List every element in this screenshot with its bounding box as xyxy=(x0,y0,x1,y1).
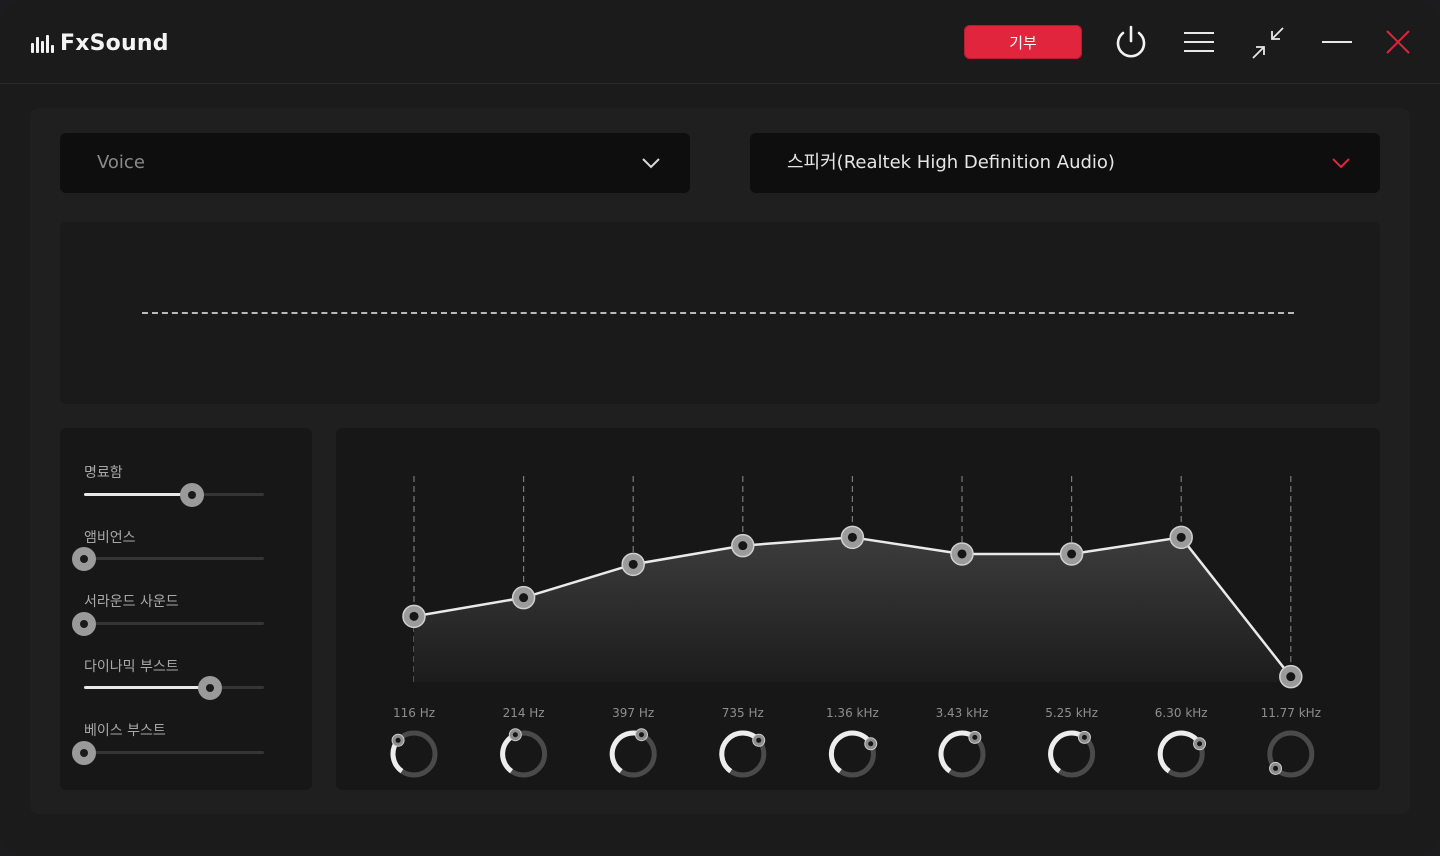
effect-clarity: 명료함 xyxy=(84,462,264,512)
chevron-down-icon xyxy=(640,153,662,173)
eq-band-knob[interactable] xyxy=(390,730,438,778)
chevron-down-icon xyxy=(1330,153,1352,173)
eq-band-handle[interactable] xyxy=(402,604,426,629)
eq-band-frequency-label: 3.43 kHz xyxy=(935,706,989,720)
effect-label: 명료함 xyxy=(84,465,123,481)
slider-fill xyxy=(84,493,192,496)
effect-surround-sound: 서라운드 사운드 xyxy=(72,591,264,641)
eq-band-knob[interactable] xyxy=(1157,730,1207,778)
equalizer-panel: 116 Hz 214 Hz 397 Hz 735 Hz 1.36 kHz 3.43 kHz… xyxy=(336,428,1380,790)
effect-slider[interactable] xyxy=(84,483,264,507)
eq-band-knob[interactable] xyxy=(1048,730,1096,778)
eq-band-frequency-label: 116 Hz xyxy=(392,706,436,720)
eq-band-knob[interactable] xyxy=(500,728,548,778)
eq-band-handle[interactable] xyxy=(1059,542,1084,566)
eq-curve-area xyxy=(414,537,1291,682)
eq-band-knob[interactable] xyxy=(828,730,878,778)
eq-band-knob[interactable] xyxy=(609,728,657,778)
effect-slider[interactable] xyxy=(72,741,264,765)
effect-slider[interactable] xyxy=(72,547,264,571)
minimize-view-icon[interactable] xyxy=(1251,26,1285,60)
effect-label: 베이스 부스트 xyxy=(84,723,166,739)
slider-handle[interactable] xyxy=(198,676,222,700)
minimize-icon[interactable] xyxy=(1320,32,1354,52)
visualizer-baseline xyxy=(142,312,1294,314)
eq-band-handle[interactable] xyxy=(950,542,974,566)
preset-dropdown[interactable]: Voice xyxy=(60,133,690,193)
preset-selected: Voice xyxy=(97,152,145,173)
eq-band-handle[interactable] xyxy=(511,585,536,610)
eq-band-frequency-label: 1.36 kHz xyxy=(825,706,879,720)
eq-band-frequency-label: 6.30 kHz xyxy=(1154,706,1208,720)
effect-slider[interactable] xyxy=(72,612,264,636)
slider-handle[interactable] xyxy=(72,612,96,636)
hamburger-menu-icon[interactable] xyxy=(1182,30,1216,56)
title-bar: FxSound 기부 xyxy=(0,0,1440,84)
logo-bars-icon xyxy=(31,34,54,53)
eq-band-frequency-label: 5.25 kHz xyxy=(1045,706,1098,720)
close-icon[interactable] xyxy=(1384,28,1412,56)
effect-dynamic-boost: 다이나믹 부스트 xyxy=(84,656,264,706)
slider-handle[interactable] xyxy=(72,741,96,765)
effects-panel: 명료함 앰비언스 서라운드 사운드 다이나믹 부스트 베이스 부스트 xyxy=(60,428,312,790)
audio-visualizer xyxy=(60,222,1380,404)
fxsound-window: FxSound 기부 Voice 스피커(Realtek High Defini… xyxy=(0,0,1440,856)
eq-band-frequency-label: 735 Hz xyxy=(721,706,764,720)
equalizer-graph xyxy=(390,476,1315,778)
output-device-dropdown[interactable]: 스피커(Realtek High Definition Audio) xyxy=(750,133,1380,193)
effect-slider[interactable] xyxy=(84,676,264,700)
effect-label: 앰비언스 xyxy=(84,530,136,546)
effect-ambience: 앰비언스 xyxy=(72,527,264,577)
effect-label: 서라운드 사운드 xyxy=(84,594,179,610)
power-icon[interactable] xyxy=(1111,22,1151,62)
slider-handle[interactable] xyxy=(180,483,204,507)
app-logo: FxSound xyxy=(31,31,169,56)
eq-band-handle[interactable] xyxy=(731,533,755,558)
eq-band-knob[interactable] xyxy=(719,730,767,778)
eq-band-handle[interactable] xyxy=(1279,664,1303,689)
output-device-selected: 스피커(Realtek High Definition Audio) xyxy=(787,152,1115,173)
eq-band-frequency-label: 214 Hz xyxy=(502,706,545,720)
eq-band-handle[interactable] xyxy=(840,525,865,550)
effect-bass-boost: 베이스 부스트 xyxy=(72,720,264,770)
slider-fill xyxy=(84,686,210,689)
eq-band-handle[interactable] xyxy=(621,552,645,577)
donate-button[interactable]: 기부 xyxy=(964,25,1082,59)
effect-label: 다이나믹 부스트 xyxy=(84,659,179,675)
eq-band-frequency-label: 11.77 kHz xyxy=(1260,706,1322,720)
eq-band-handle[interactable] xyxy=(1169,525,1193,550)
eq-band-knob[interactable] xyxy=(938,730,986,778)
eq-band-frequency-label: 397 Hz xyxy=(612,706,655,720)
eq-band-knob[interactable] xyxy=(1267,730,1315,778)
brand-name: FxSound xyxy=(60,31,169,56)
slider-handle[interactable] xyxy=(72,547,96,571)
